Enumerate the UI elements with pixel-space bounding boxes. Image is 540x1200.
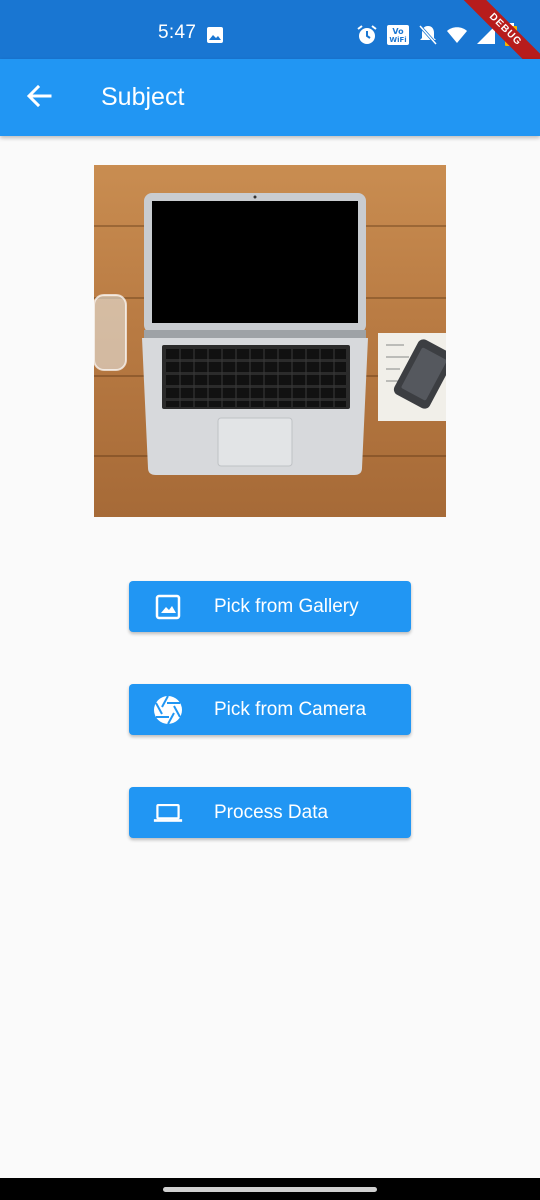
- back-button[interactable]: [20, 79, 58, 117]
- vowifi-icon: Vo WiFi: [386, 24, 410, 46]
- process-data-button[interactable]: Process Data: [129, 787, 411, 838]
- pick-from-gallery-button[interactable]: Pick from Gallery: [129, 581, 411, 632]
- status-time: 5:47: [158, 22, 197, 43]
- arrow-back-icon: [26, 84, 52, 113]
- camera-icon: [153, 695, 183, 725]
- image-icon: [153, 592, 183, 622]
- app-bar: Subject: [0, 59, 540, 136]
- svg-text:Vo: Vo: [392, 27, 404, 36]
- pick-from-gallery-label: Pick from Gallery: [214, 596, 359, 617]
- laptop-photo: [94, 193, 446, 475]
- mute-icon: [418, 24, 438, 46]
- laptop-icon: [153, 798, 183, 828]
- page-title: Subject: [101, 83, 185, 111]
- pick-from-camera-button[interactable]: Pick from Camera: [129, 684, 411, 735]
- process-data-label: Process Data: [214, 802, 329, 823]
- home-gesture-handle[interactable]: [163, 1187, 377, 1192]
- subject-image: [94, 165, 446, 517]
- svg-text:WiFi: WiFi: [389, 36, 406, 44]
- alarm-icon: [356, 24, 378, 46]
- status-bar: 5:47 Vo WiFi DEBUG: [0, 0, 540, 82]
- gallery-notification-icon: [206, 26, 224, 44]
- system-nav-bar: [0, 1178, 540, 1200]
- pick-from-camera-label: Pick from Camera: [214, 699, 367, 720]
